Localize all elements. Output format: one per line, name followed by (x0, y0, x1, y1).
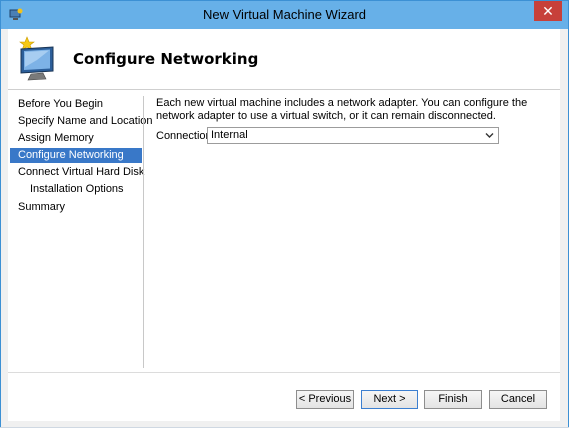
connection-dropdown[interactable]: Internal (207, 127, 499, 144)
window-title: New Virtual Machine Wizard (202, 7, 367, 22)
nav-step-configure-networking[interactable]: Configure Networking (10, 148, 142, 163)
nav-step-before-you-begin[interactable]: Before You Begin (10, 97, 142, 112)
connection-label: Connection: (156, 130, 215, 142)
cancel-button[interactable]: Cancel (489, 390, 547, 409)
wizard-steps-nav: Before You Begin Specify Name and Locati… (8, 90, 153, 370)
new-vm-icon (19, 36, 54, 81)
next-button[interactable]: Next > (361, 390, 418, 409)
nav-step-specify-name-and-location[interactable]: Specify Name and Location (10, 114, 153, 129)
title-bar[interactable]: New Virtual Machine Wizard ✕ (1, 1, 568, 29)
nav-step-assign-memory[interactable]: Assign Memory (10, 131, 142, 146)
close-button[interactable]: ✕ (534, 1, 562, 21)
chevron-down-icon (485, 133, 494, 138)
page-title: Configure Networking (73, 50, 259, 68)
connection-selected-value: Internal (211, 129, 248, 141)
previous-button[interactable]: < Previous (296, 390, 354, 409)
wizard-window: New Virtual Machine Wizard ✕ Configure N… (0, 0, 569, 428)
nav-step-connect-virtual-hard-disk[interactable]: Connect Virtual Hard Disk (10, 165, 144, 180)
nav-step-installation-options[interactable]: Installation Options (10, 182, 142, 197)
nav-divider (143, 96, 144, 368)
finish-button[interactable]: Finish (424, 390, 482, 409)
footer-divider (8, 372, 560, 373)
wizard-content: Before You Begin Specify Name and Locati… (8, 90, 560, 421)
networking-description: Each new virtual machine includes a netw… (156, 97, 528, 122)
wizard-header: Configure Networking (8, 29, 560, 90)
nav-step-summary[interactable]: Summary (10, 200, 142, 215)
